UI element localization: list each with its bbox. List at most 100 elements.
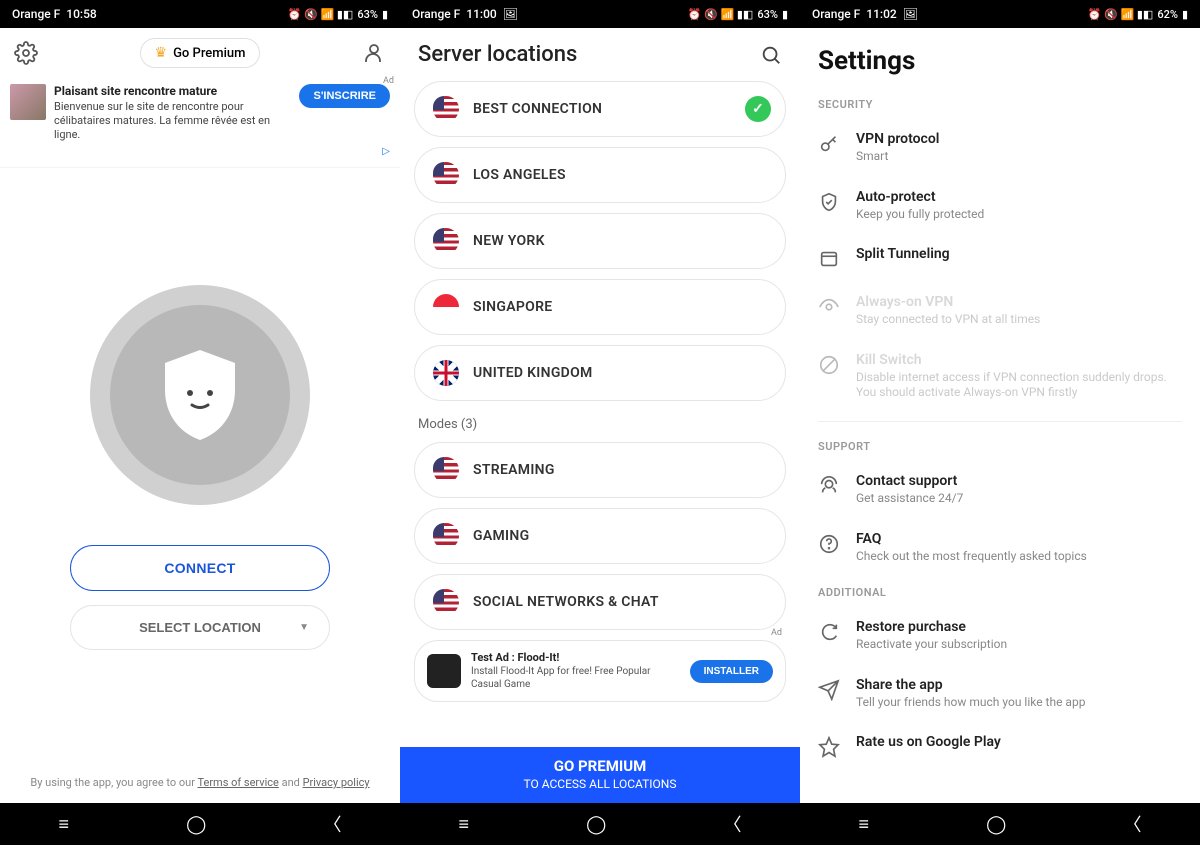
setting-contact-support[interactable]: Contact support Get assistance 24/7 xyxy=(818,463,1182,521)
adchoices-icon[interactable]: ▷ xyxy=(10,146,390,157)
carrier: Orange F xyxy=(412,7,460,21)
server-item[interactable]: NEW YORK xyxy=(414,213,786,269)
back-button[interactable]: 〈 xyxy=(323,811,341,837)
ad-image xyxy=(10,84,46,120)
ad-cta-button[interactable]: INSTALLER xyxy=(690,660,773,683)
home-button[interactable]: ◯ xyxy=(586,814,606,835)
mode-item[interactable]: STREAMING xyxy=(414,442,786,498)
status-bar: Orange F 11:02 🖼 ⏰ 🔇 📶 ▮◧ 62% ▮ xyxy=(800,0,1200,28)
carrier: Orange F xyxy=(812,7,860,21)
battery-icon: ▮ xyxy=(382,8,388,21)
clock: 11:02 xyxy=(866,7,896,21)
ad-desc: Bienvenue sur le site de rencontre pour … xyxy=(54,100,291,143)
home-screen: Orange F 10:58 ⏰ 🔇 📶 ▮◧ 63% ▮ ♛ Go Premi… xyxy=(0,0,400,845)
chevron-down-icon: ▼ xyxy=(299,622,309,633)
setting-rate-us[interactable]: Rate us on Google Play xyxy=(818,724,1182,772)
shield-icon xyxy=(818,191,840,213)
section-security: SECURITY xyxy=(818,90,1182,121)
status-bar: Orange F 11:00 🖼 ⏰ 🔇 📶 ▮◧ 63% ▮ xyxy=(400,0,800,28)
ad-cta-button[interactable]: S'INSCRIRE xyxy=(299,84,390,108)
flag-icon xyxy=(433,96,459,122)
battery-percent: 62% xyxy=(1157,8,1178,21)
home-button[interactable]: ◯ xyxy=(986,814,1006,835)
flag-icon xyxy=(433,162,459,188)
page-title: Settings xyxy=(818,46,1182,76)
settings-screen: Orange F 11:02 🖼 ⏰ 🔇 📶 ▮◧ 62% ▮ Settings… xyxy=(800,0,1200,845)
setting-auto-protect[interactable]: Auto-protect Keep you fully protected xyxy=(818,179,1182,237)
status-icons: ⏰ 🔇 📶 ▮◧ xyxy=(1088,8,1154,21)
clock: 11:00 xyxy=(466,7,496,21)
battery-percent: 63% xyxy=(757,8,778,21)
ad-banner[interactable]: Ad Plaisant site rencontre mature Bienve… xyxy=(0,78,400,168)
setting-kill-switch: Kill Switch Disable internet access if V… xyxy=(818,342,1182,415)
modes-label: Modes (3) xyxy=(414,411,786,442)
flag-icon xyxy=(433,360,459,386)
recents-button[interactable]: ≡ xyxy=(459,814,470,835)
back-button[interactable]: 〈 xyxy=(1123,811,1141,837)
location-label: SELECT LOCATION xyxy=(139,620,261,635)
back-button[interactable]: 〈 xyxy=(723,811,741,837)
battery-percent: 63% xyxy=(357,8,378,21)
crown-icon: ♛ xyxy=(155,45,168,61)
mode-item[interactable]: GAMING xyxy=(414,508,786,564)
check-icon: ✓ xyxy=(745,96,771,122)
recents-button[interactable]: ≡ xyxy=(59,814,70,835)
server-list[interactable]: BEST CONNECTION ✓ LOS ANGELES NEW YORK S… xyxy=(400,77,800,747)
star-icon xyxy=(818,736,840,758)
ad-label: Ad xyxy=(383,76,394,86)
server-item-best[interactable]: BEST CONNECTION ✓ xyxy=(414,81,786,137)
home-button[interactable]: ◯ xyxy=(186,814,206,835)
shield-icon xyxy=(155,345,245,445)
setting-restore-purchase[interactable]: Restore purchase Reactivate your subscri… xyxy=(818,609,1182,667)
privacy-link[interactable]: Privacy policy xyxy=(303,776,370,789)
status-icons: ⏰ 🔇 📶 ▮◧ xyxy=(288,8,354,21)
divider xyxy=(818,421,1182,422)
android-nav-bar: ≡ ◯ 〈 xyxy=(0,803,400,845)
server-item[interactable]: SINGAPORE xyxy=(414,279,786,335)
flag-icon xyxy=(433,228,459,254)
android-nav-bar: ≡ ◯ 〈 xyxy=(400,803,800,845)
connect-button[interactable]: CONNECT xyxy=(70,545,330,591)
block-icon xyxy=(818,354,840,376)
ad-desc: Install Flood-It App for free! Free Popu… xyxy=(471,665,680,691)
settings-header: Settings xyxy=(800,28,1200,90)
settings-list[interactable]: SECURITY VPN protocol Smart Auto-protect… xyxy=(800,90,1200,803)
search-icon[interactable] xyxy=(760,44,782,66)
key-icon xyxy=(818,133,840,155)
setting-faq[interactable]: FAQ Check out the most frequently asked … xyxy=(818,521,1182,579)
locations-screen: Orange F 11:00 🖼 ⏰ 🔇 📶 ▮◧ 63% ▮ Server l… xyxy=(400,0,800,845)
picture-icon: 🖼 xyxy=(903,7,918,21)
eye-icon xyxy=(818,296,840,318)
section-support: SUPPORT xyxy=(818,432,1182,463)
setting-share-app[interactable]: Share the app Tell your friends how much… xyxy=(818,667,1182,725)
profile-icon[interactable] xyxy=(362,41,386,65)
ad-title: Plaisant site rencontre mature xyxy=(54,84,291,100)
ad-banner[interactable]: Ad Test Ad : Flood-It! Install Flood-It … xyxy=(414,640,786,702)
section-additional: ADDITIONAL xyxy=(818,578,1182,609)
mode-item[interactable]: SOCIAL NETWORKS & CHAT xyxy=(414,574,786,630)
window-icon xyxy=(818,248,840,270)
terms-link[interactable]: Terms of service xyxy=(197,776,278,789)
flag-icon xyxy=(433,523,459,549)
go-premium-button[interactable]: ♛ Go Premium xyxy=(140,38,261,68)
battery-icon: ▮ xyxy=(782,8,788,21)
server-item[interactable]: LOS ANGELES xyxy=(414,147,786,203)
setting-vpn-protocol[interactable]: VPN protocol Smart xyxy=(818,121,1182,179)
settings-icon[interactable] xyxy=(14,41,38,65)
restore-icon xyxy=(818,621,840,643)
headset-icon xyxy=(818,475,840,497)
premium-title: GO PREMIUM xyxy=(400,757,800,775)
ad-image xyxy=(427,654,461,688)
locations-header: Server locations xyxy=(400,28,800,77)
setting-split-tunneling[interactable]: Split Tunneling xyxy=(818,236,1182,284)
recents-button[interactable]: ≡ xyxy=(859,814,870,835)
ad-title: Test Ad : Flood-It! xyxy=(471,651,680,665)
server-item[interactable]: UNITED KINGDOM xyxy=(414,345,786,401)
help-icon xyxy=(818,533,840,555)
premium-subtitle: TO ACCESS ALL LOCATIONS xyxy=(400,777,800,791)
flag-icon xyxy=(433,589,459,615)
select-location-button[interactable]: SELECT LOCATION ▼ xyxy=(70,605,330,650)
go-premium-bar[interactable]: GO PREMIUM TO ACCESS ALL LOCATIONS xyxy=(400,747,800,803)
vpn-status-circle[interactable] xyxy=(90,285,310,505)
android-nav-bar: ≡ ◯ 〈 xyxy=(800,803,1200,845)
